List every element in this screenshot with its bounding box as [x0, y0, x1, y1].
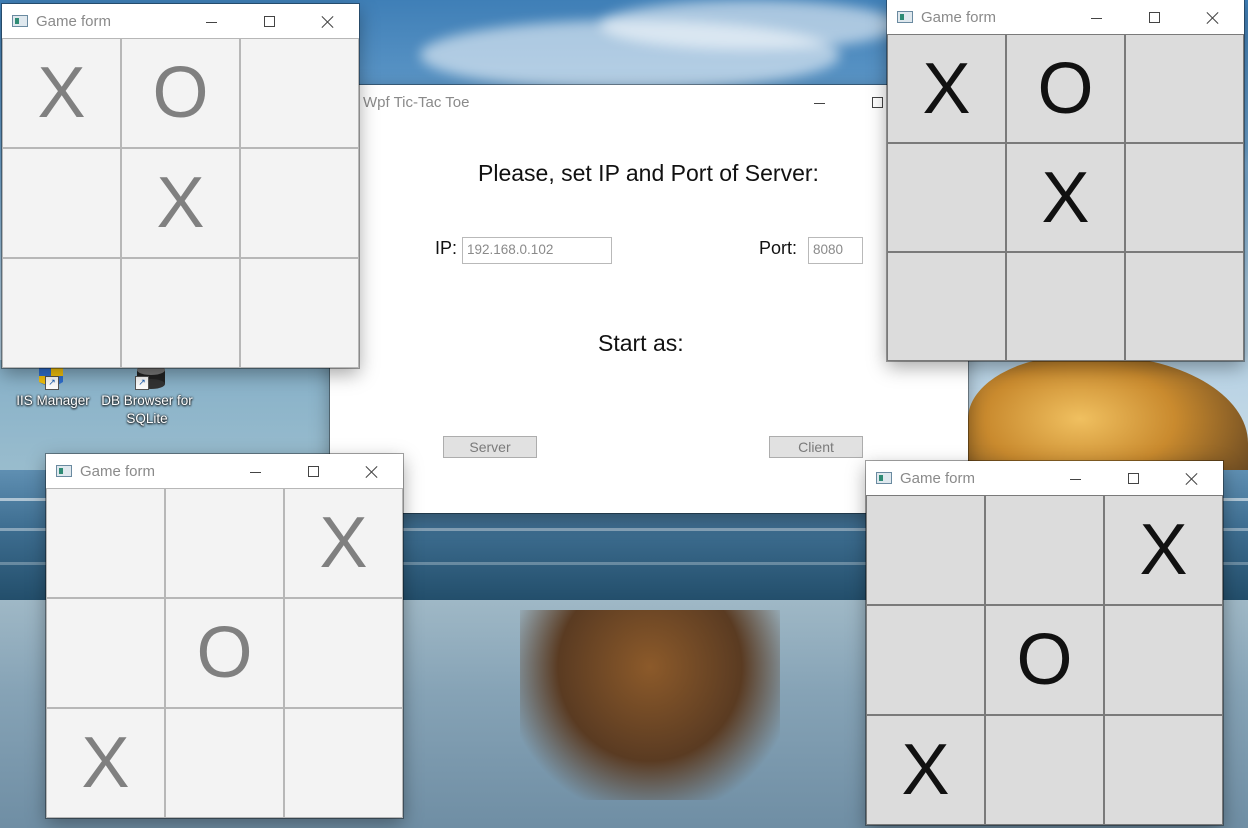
board-cell[interactable] — [887, 252, 1006, 361]
board-cell[interactable]: X — [46, 708, 165, 818]
main-maximize-button[interactable] — [864, 91, 884, 115]
board-cell[interactable] — [1125, 143, 1244, 252]
wallpaper-cloud — [600, 0, 900, 50]
board-cell[interactable] — [46, 488, 165, 598]
game-window-titlebar: Game form — [887, 0, 1244, 34]
board-cell[interactable]: X — [284, 488, 403, 598]
board-cell[interactable]: X — [1006, 143, 1125, 252]
ip-input[interactable]: 192.168.0.102 — [462, 237, 612, 264]
board-cell[interactable]: X — [2, 38, 121, 148]
maximize-button[interactable] — [256, 10, 284, 34]
minimize-button[interactable] — [198, 10, 226, 34]
game-board: X O X — [2, 38, 359, 368]
board-cell[interactable]: X — [1104, 495, 1223, 605]
port-label: Port: — [759, 238, 798, 258]
desktop-icon-label: DB Browser for SQLite — [101, 393, 193, 426]
board-cell[interactable] — [2, 148, 121, 258]
game-window-2: Game form X O X — [887, 0, 1244, 361]
game-board: X O X — [866, 495, 1223, 825]
board-cell[interactable]: X — [887, 34, 1006, 143]
board-cell[interactable] — [887, 143, 1006, 252]
game-window-1: Game form X O X — [2, 4, 359, 368]
minimize-button[interactable] — [1062, 467, 1090, 491]
main-window — [330, 85, 968, 513]
close-button[interactable] — [1199, 6, 1227, 30]
board-cell[interactable] — [1125, 252, 1244, 361]
maximize-button[interactable] — [1120, 467, 1148, 491]
desktop-icon-label: IIS Manager — [16, 393, 90, 408]
minimize-button[interactable] — [242, 460, 270, 484]
board-cell[interactable] — [866, 495, 985, 605]
board-cell[interactable] — [165, 708, 284, 818]
board-cell[interactable] — [240, 148, 359, 258]
server-settings-heading: Please, set IP and Port of Server: — [478, 160, 819, 186]
main-minimize-button[interactable] — [806, 91, 834, 115]
board-cell[interactable]: X — [121, 148, 240, 258]
board-cell[interactable] — [866, 605, 985, 715]
board-cell[interactable] — [2, 258, 121, 368]
game-window-title: Game form — [36, 13, 112, 30]
board-cell[interactable] — [121, 258, 240, 368]
window-app-icon — [876, 472, 892, 484]
game-window-4: Game form X O X — [866, 461, 1223, 825]
ip-label: IP: — [435, 238, 458, 258]
game-window-titlebar: Game form — [46, 454, 403, 488]
board-cell[interactable] — [284, 708, 403, 818]
shortcut-arrow-icon: ↗ — [135, 376, 149, 390]
board-cell[interactable] — [1125, 34, 1244, 143]
game-window-titlebar: Game form — [2, 4, 359, 38]
board-cell[interactable]: O — [1006, 34, 1125, 143]
maximize-button[interactable] — [300, 460, 328, 484]
board-cell[interactable] — [1104, 605, 1223, 715]
close-button[interactable] — [358, 460, 386, 484]
game-window-title: Game form — [921, 9, 997, 26]
game-board: X O X — [887, 34, 1244, 361]
board-cell[interactable] — [46, 598, 165, 708]
game-window-title: Game form — [80, 463, 156, 480]
start-as-heading: Start as: — [598, 330, 684, 356]
shortcut-arrow-icon: ↗ — [45, 376, 59, 390]
board-cell[interactable] — [240, 38, 359, 148]
board-cell[interactable]: O — [165, 598, 284, 708]
board-cell[interactable]: O — [985, 605, 1104, 715]
server-button[interactable]: Server — [443, 436, 537, 458]
close-button[interactable] — [1178, 467, 1206, 491]
window-app-icon — [897, 11, 913, 23]
board-cell[interactable] — [165, 488, 284, 598]
board-cell[interactable]: X — [866, 715, 985, 825]
game-window-title: Game form — [900, 470, 976, 487]
board-cell[interactable] — [1006, 252, 1125, 361]
maximize-button[interactable] — [1141, 6, 1169, 30]
board-cell[interactable]: O — [121, 38, 240, 148]
window-app-icon — [56, 465, 72, 477]
wallpaper-reflection — [520, 610, 780, 800]
main-window-title: Wpf Tic-Tac Toe — [363, 94, 470, 111]
client-button[interactable]: Client — [769, 436, 863, 458]
board-cell[interactable] — [985, 495, 1104, 605]
game-board: X O X — [46, 488, 403, 818]
game-window-titlebar: Game form — [866, 461, 1223, 495]
desktop-icon-iis-manager[interactable]: ↗ IIS Manager — [7, 364, 99, 410]
game-window-3: Game form X O X — [46, 454, 403, 818]
minimize-button[interactable] — [1083, 6, 1111, 30]
board-cell[interactable] — [240, 258, 359, 368]
desktop-icon-db-browser[interactable]: ↗ DB Browser for SQLite — [101, 364, 193, 428]
board-cell[interactable] — [284, 598, 403, 708]
board-cell[interactable] — [985, 715, 1104, 825]
board-cell[interactable] — [1104, 715, 1223, 825]
window-app-icon — [12, 15, 28, 27]
port-input[interactable]: 8080 — [808, 237, 863, 264]
close-button[interactable] — [314, 10, 342, 34]
